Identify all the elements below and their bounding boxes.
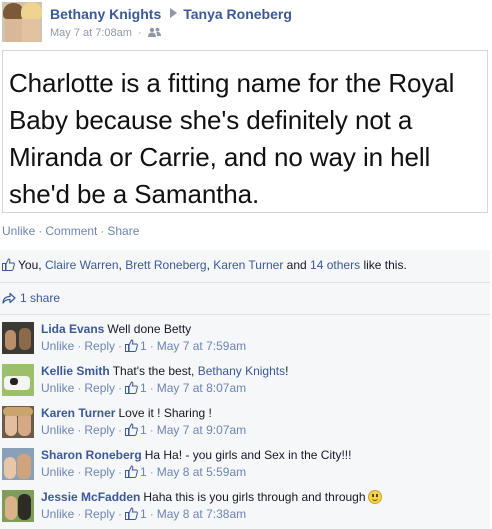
arrow-right-icon: [170, 8, 178, 18]
liker-link-3[interactable]: Karen Turner: [213, 258, 283, 272]
comment-button[interactable]: Comment: [45, 224, 97, 238]
separator: ·: [118, 381, 123, 395]
comment-mention-link[interactable]: Bethany Knights: [198, 364, 285, 378]
post-meta: May 7 at 7:08am ·: [50, 27, 161, 40]
comment-like-count[interactable]: 1: [140, 339, 147, 353]
separator: ·: [77, 339, 82, 353]
avatar[interactable]: [2, 364, 34, 396]
post-timestamp[interactable]: May 7 at 7:08am: [50, 27, 132, 39]
comment-like-count[interactable]: 1: [140, 507, 147, 521]
likes-and: and: [286, 258, 307, 272]
avatar[interactable]: [2, 322, 34, 354]
comment-item: Lida Evans Well done Betty Unlike · Reply · 1…: [0, 320, 490, 362]
comment-reply-button[interactable]: Reply: [84, 339, 115, 353]
comment-reply-button[interactable]: Reply: [84, 465, 115, 479]
comment-unlike-button[interactable]: Unlike: [41, 507, 74, 521]
post-actions: Unlike · Comment · Share: [2, 224, 139, 238]
post-author-link[interactable]: Bethany Knights: [50, 6, 161, 22]
comment-unlike-button[interactable]: Unlike: [41, 423, 74, 437]
separator: ·: [77, 507, 82, 521]
post-author-line: Bethany Knights Tanya Roneberg: [50, 6, 292, 22]
comment-reply-button[interactable]: Reply: [84, 423, 115, 437]
share-button[interactable]: Share: [107, 224, 139, 238]
likes-suffix: like this.: [363, 258, 407, 272]
separator: ·: [77, 465, 82, 479]
comment-item: Karen Turner Love it ! Sharing ! Unlike · R…: [0, 404, 490, 446]
likes-summary: You, Claire Warren, Brett Roneberg, Kare…: [2, 258, 407, 274]
divider: [0, 282, 490, 283]
comment-item: Jessie McFadden Haha this is you girls th…: [0, 488, 490, 529]
comment-author[interactable]: Kellie Smith: [41, 364, 110, 378]
separator: ·: [149, 339, 154, 353]
separator: ·: [149, 507, 154, 521]
comment-text: Ha Ha! - you girls and Sex in the City!!…: [144, 448, 352, 462]
comment-timestamp[interactable]: May 8 at 7:38am: [157, 507, 246, 521]
comment-reply-button[interactable]: Reply: [84, 381, 115, 395]
comment-text: That's the best,: [112, 364, 195, 378]
divider: [0, 314, 490, 315]
post-image[interactable]: Charlotte is a fitting name for the Roya…: [2, 50, 488, 213]
comment-timestamp[interactable]: May 7 at 8:07am: [157, 381, 246, 395]
post-header: Bethany Knights Tanya Roneberg May 7 at 7…: [0, 0, 492, 48]
friends-icon[interactable]: [147, 27, 161, 40]
thumbs-up-icon[interactable]: [125, 381, 138, 398]
separator: ·: [118, 507, 123, 521]
thumbs-up-icon[interactable]: [125, 339, 138, 356]
likes-comma: ,: [118, 258, 122, 272]
comment-reply-button[interactable]: Reply: [84, 507, 115, 521]
separator: ·: [149, 381, 154, 395]
avatar[interactable]: [2, 490, 34, 522]
unlike-button[interactable]: Unlike: [2, 224, 35, 238]
separator: ·: [77, 423, 82, 437]
thumbs-up-icon: [2, 258, 15, 274]
thumbs-up-icon[interactable]: [125, 465, 138, 482]
likes-others-link[interactable]: 14 others: [310, 258, 360, 272]
comment-timestamp[interactable]: May 8 at 5:59am: [157, 465, 246, 479]
thumbs-up-icon[interactable]: [125, 507, 138, 524]
thumbs-up-icon[interactable]: [125, 423, 138, 440]
feedback-box: You, Claire Warren, Brett Roneberg, Kare…: [0, 250, 490, 529]
comment-text: Love it ! Sharing !: [118, 406, 212, 420]
comment-unlike-button[interactable]: Unlike: [41, 465, 74, 479]
avatar[interactable]: [2, 406, 34, 438]
share-count-link[interactable]: 1 share: [20, 291, 60, 305]
comment-like-count[interactable]: 1: [140, 423, 147, 437]
share-arrow-icon: [2, 292, 16, 307]
author-profile-picture[interactable]: [2, 2, 42, 42]
separator: ·: [118, 465, 123, 479]
separator: ·: [118, 339, 123, 353]
liker-link-2[interactable]: Brett Roneberg: [125, 258, 206, 272]
separator: ·: [77, 381, 82, 395]
comment-like-count[interactable]: 1: [140, 381, 147, 395]
separator: ·: [149, 423, 154, 437]
comment-timestamp[interactable]: May 7 at 7:59am: [157, 339, 246, 353]
comment-text-after: !: [285, 364, 289, 378]
separator: ·: [118, 423, 123, 437]
post-image-text: Charlotte is a fitting name for the Roya…: [9, 68, 455, 209]
likes-comma: ,: [206, 258, 210, 272]
separator: ·: [149, 465, 154, 479]
comment-item: Kellie Smith That's the best, Bethany Kni…: [0, 362, 490, 404]
comment-unlike-button[interactable]: Unlike: [41, 381, 74, 395]
avatar[interactable]: [2, 448, 34, 480]
comment-unlike-button[interactable]: Unlike: [41, 339, 74, 353]
action-separator: ·: [38, 224, 43, 238]
comment-author[interactable]: Karen Turner: [41, 406, 115, 420]
share-count-row[interactable]: 1 share: [2, 291, 60, 307]
meta-separator: ·: [138, 27, 142, 39]
comment-author[interactable]: Jessie McFadden: [41, 490, 140, 504]
avatar-hair-right: [21, 2, 42, 19]
liker-link-1[interactable]: Claire Warren: [45, 258, 119, 272]
comment-author[interactable]: Lida Evans: [41, 322, 104, 336]
comment-text: Haha this is you girls through and throu…: [143, 490, 366, 504]
comment-timestamp[interactable]: May 7 at 9:07am: [157, 423, 246, 437]
comment-like-count[interactable]: 1: [140, 465, 147, 479]
likes-you: You,: [18, 258, 42, 272]
comment-author[interactable]: Sharon Roneberg: [41, 448, 142, 462]
smiley-icon: [367, 490, 382, 504]
post-target-link[interactable]: Tanya Roneberg: [183, 6, 292, 22]
comment-text: Well done Betty: [107, 322, 192, 336]
comment-item: Sharon Roneberg Ha Ha! - you girls and Se…: [0, 446, 490, 488]
action-separator: ·: [100, 224, 105, 238]
